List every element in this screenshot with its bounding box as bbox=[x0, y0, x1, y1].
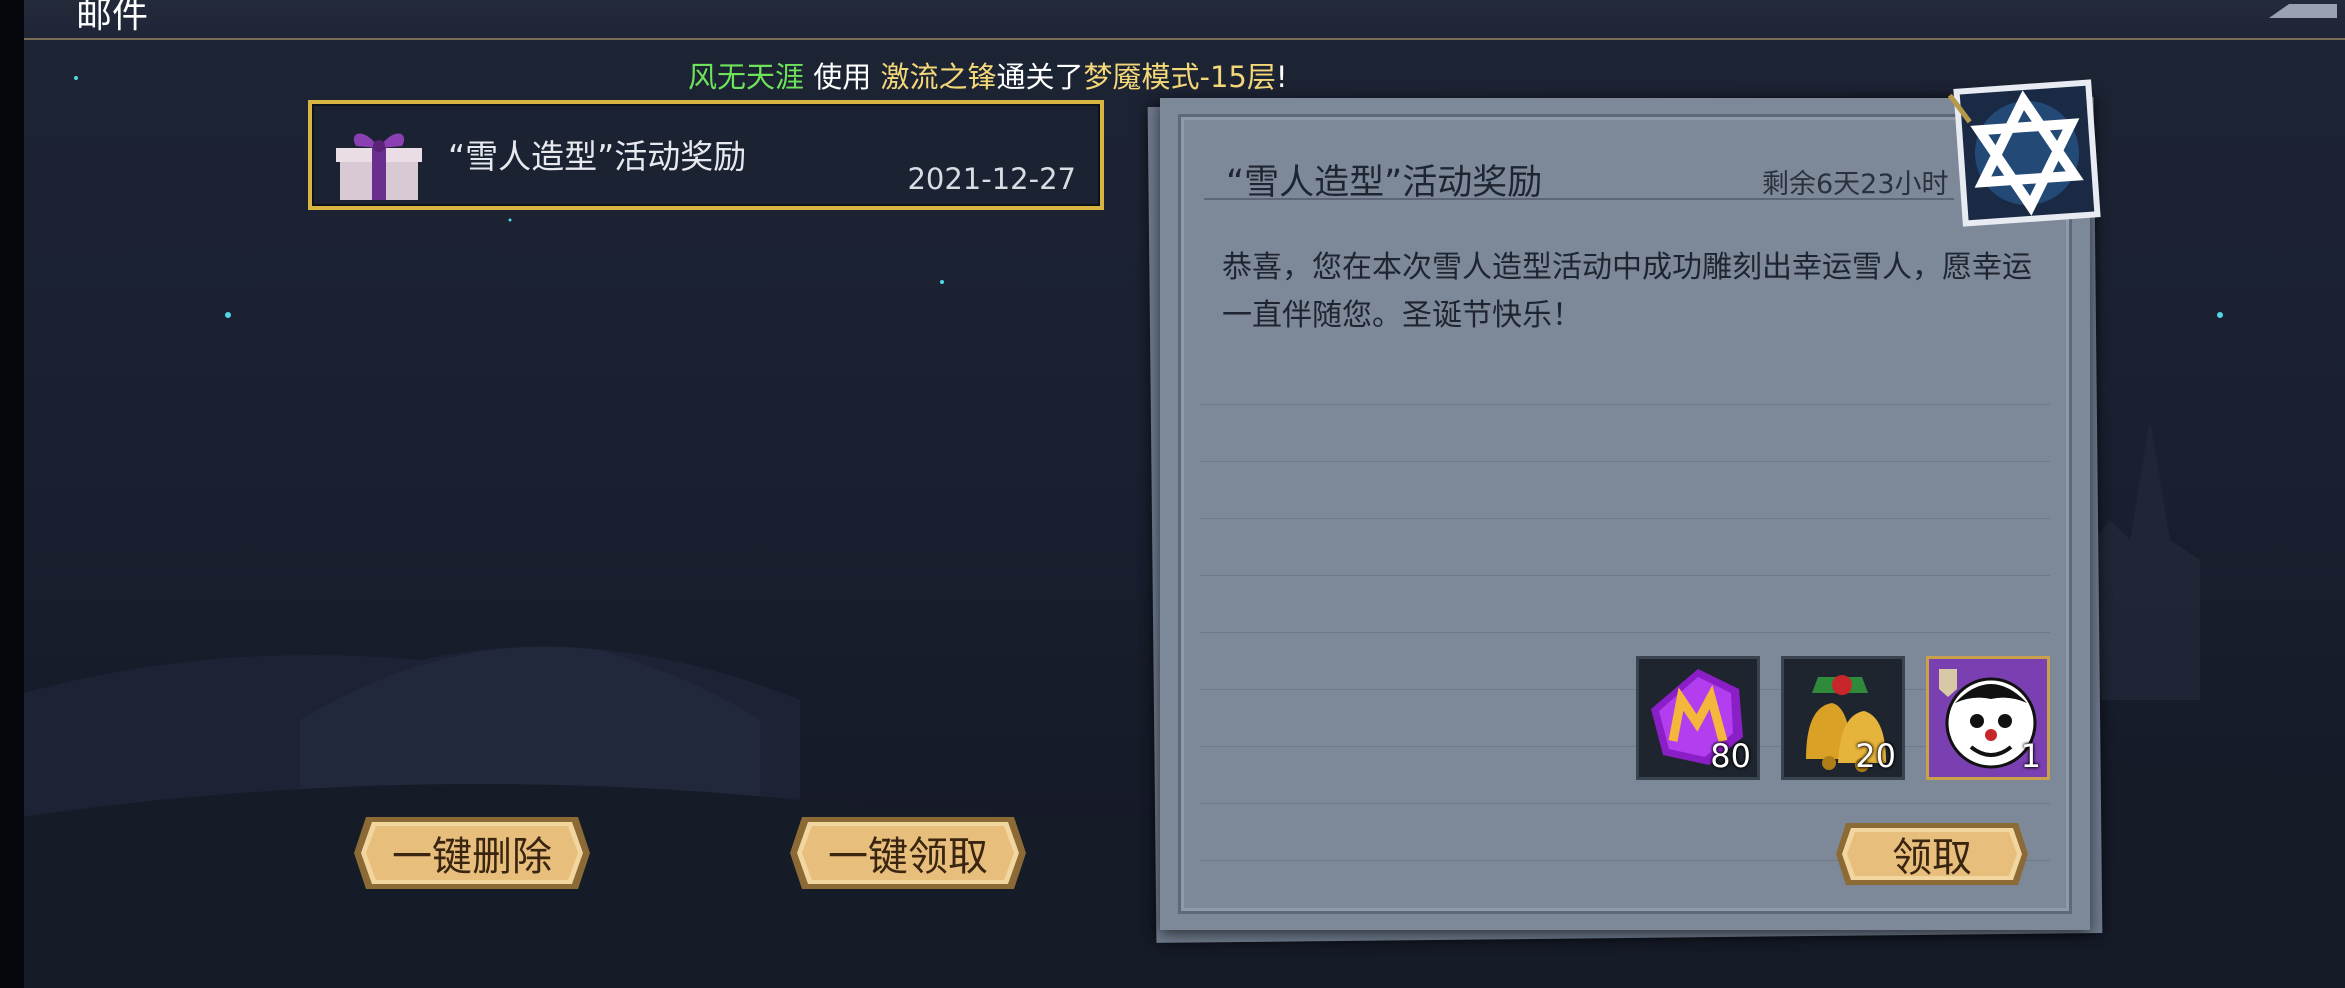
reward-count: 80 bbox=[1710, 737, 1751, 775]
broadcast-suffix: ! bbox=[1275, 60, 1288, 94]
page-title: 邮件 bbox=[76, 0, 149, 36]
reward-item-avatar[interactable]: 1 bbox=[1926, 656, 2050, 780]
letter-body: 恭喜，您在本次雪人造型活动中成功雕刻出幸运雪人，愿幸运一直伴随您。圣诞节快乐！ bbox=[1222, 250, 2032, 333]
gift-box-icon bbox=[336, 133, 422, 200]
mail-item-title: “雪人造型”活动奖励 bbox=[448, 137, 747, 176]
reward-count: 20 bbox=[1855, 737, 1896, 775]
back-arrow-icon[interactable] bbox=[2259, 0, 2339, 22]
broadcast-ticker: 风无天涯 使用 激流之锋通关了梦魇模式-15层! bbox=[688, 54, 1288, 96]
claim-label: 领取 bbox=[1892, 835, 1972, 881]
ruled-lines bbox=[1200, 348, 2050, 861]
claim-all-button[interactable]: 一键领取 bbox=[788, 813, 1028, 893]
reward-item-bells[interactable]: 20 bbox=[1781, 656, 1905, 780]
broadcast-verb: 使用 bbox=[813, 60, 872, 94]
reward-item-gem[interactable]: 80 bbox=[1636, 656, 1760, 780]
mail-letter-panel: “雪人造型”活动奖励 剩余6天23小时 恭喜，您在本次雪人造型活动中成功雕刻出幸… bbox=[1160, 98, 2090, 930]
delete-all-button[interactable]: 一键删除 bbox=[352, 813, 592, 893]
hexagram-emblem-icon bbox=[1947, 79, 2101, 227]
left-edge-bar bbox=[0, 0, 24, 988]
broadcast-action: 通关了 bbox=[996, 60, 1084, 94]
claim-all-label: 一键领取 bbox=[828, 834, 988, 880]
mail-item-date: 2021-12-27 bbox=[907, 162, 1076, 196]
reward-count: 1 bbox=[2020, 737, 2041, 775]
broadcast-mode: 梦魇模式-15层 bbox=[1083, 60, 1276, 94]
mail-list-item[interactable]: “雪人造型”活动奖励 2021-12-27 bbox=[308, 100, 1104, 210]
broadcast-player: 风无天涯 bbox=[688, 60, 805, 94]
remaining-time: 剩余6天23小时 bbox=[1762, 169, 1949, 200]
header-bar: 邮件 bbox=[24, 0, 2345, 40]
claim-button[interactable]: 领取 bbox=[1834, 820, 2030, 888]
delete-all-label: 一键删除 bbox=[392, 834, 552, 880]
broadcast-hero: 激流之锋 bbox=[880, 60, 997, 94]
